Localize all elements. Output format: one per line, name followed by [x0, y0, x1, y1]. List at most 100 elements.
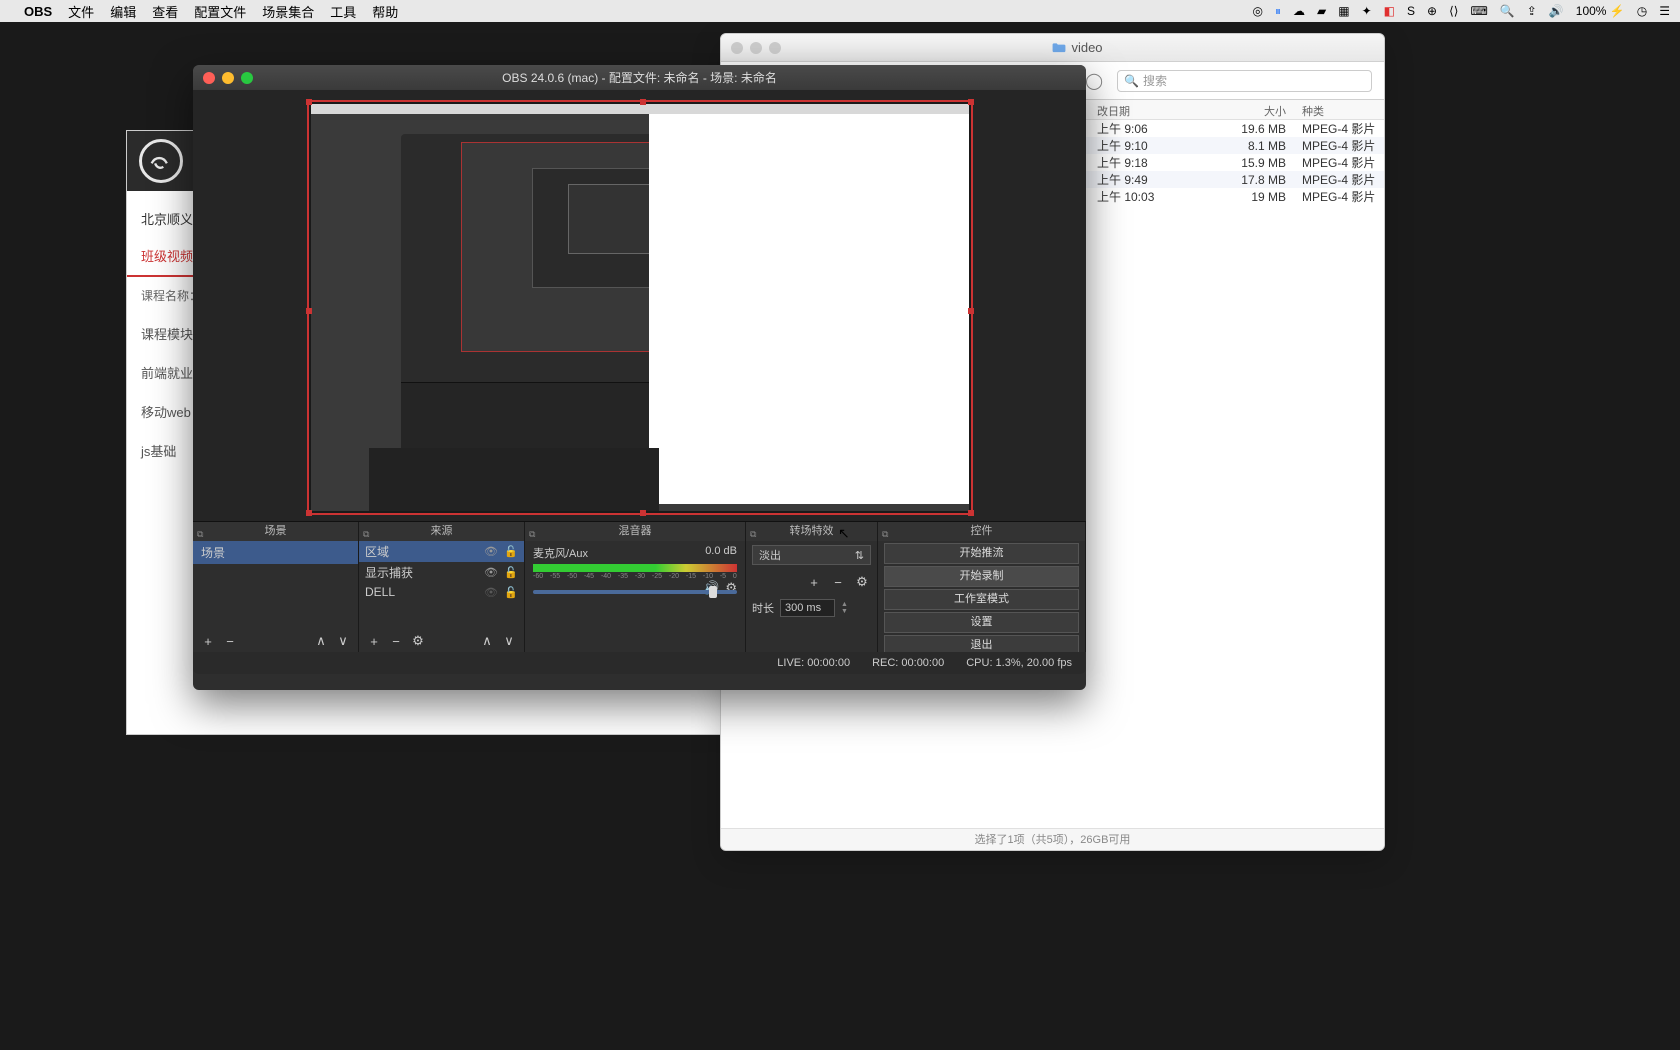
tags-icon[interactable]: ◯ [1085, 71, 1103, 91]
status-icon[interactable]: S [1407, 4, 1415, 18]
site-logo-icon [139, 139, 183, 183]
remove-transition-button[interactable]: − [829, 573, 847, 591]
meter-scale: -60-55-50-45-40-35-30-25-20-15-10-50 [533, 573, 737, 580]
lock-icon[interactable]: 🔓 [504, 586, 518, 599]
mixer-panel: ⧉混音器 麦克风/Aux 0.0 dB -60-55-50-45-40-35-3… [525, 522, 746, 652]
add-scene-button[interactable]: + [199, 632, 217, 650]
source-item[interactable]: 显示捕获👁🔓 [359, 562, 524, 583]
menu-help[interactable]: 帮助 [372, 2, 398, 21]
app-name[interactable]: OBS [24, 4, 52, 19]
audio-meter [533, 564, 737, 572]
source-item[interactable]: DELL👁🔓 [359, 583, 524, 601]
visibility-icon[interactable]: 👁 [484, 566, 498, 579]
chevron-updown-icon: ⇅ [855, 549, 864, 562]
source-settings-button[interactable]: ⚙ [409, 632, 427, 650]
status-icon[interactable]: ✦ [1362, 4, 1372, 18]
move-down-button[interactable]: ∨ [334, 632, 352, 650]
finder-titlebar[interactable]: video [721, 34, 1384, 62]
exit-button[interactable]: 退出 [884, 635, 1079, 652]
obs-window: OBS 24.0.6 (mac) - 配置文件: 未命名 - 场景: 未命名 [193, 65, 1086, 690]
visibility-icon[interactable]: 👁 [484, 545, 498, 558]
volume-icon[interactable]: 🔊 [1549, 4, 1564, 18]
keyboard-icon[interactable]: ⌨ [1470, 4, 1487, 18]
finder-title: video [1052, 40, 1102, 55]
transitions-panel: ⧉转场特效 淡出⇅ + − ⚙ 时长 ▲▼ [746, 522, 878, 652]
scene-item[interactable]: 场景 [193, 541, 358, 564]
status-icon[interactable]: ⏸ [1275, 4, 1281, 19]
obs-panels: ⧉场景 场景 + − ∧ ∨ ⧉来源 区域👁🔓 显示捕获👁🔓 [193, 522, 1086, 652]
status-icon[interactable]: ⊕ [1427, 4, 1437, 18]
cpu-status: CPU: 1.3%, 20.00 fps [966, 657, 1072, 669]
status-icon[interactable]: ◎ [1253, 4, 1263, 18]
controls-panel: ⧉控件 开始推流 开始录制 工作室模式 设置 退出 [878, 522, 1086, 652]
finder-search-input[interactable]: 🔍 搜索 [1117, 70, 1372, 92]
minimize-icon[interactable] [222, 72, 234, 84]
popout-icon: ⧉ [529, 525, 535, 544]
status-icon[interactable]: ◧ [1384, 4, 1395, 18]
menu-view[interactable]: 查看 [152, 2, 178, 21]
popout-icon: ⧉ [363, 525, 369, 544]
popout-icon: ⧉ [750, 525, 756, 544]
transition-select[interactable]: 淡出⇅ [752, 545, 871, 565]
menu-tools[interactable]: 工具 [330, 2, 356, 21]
obs-titlebar[interactable]: OBS 24.0.6 (mac) - 配置文件: 未命名 - 场景: 未命名 [193, 65, 1086, 90]
lock-icon[interactable]: 🔓 [504, 545, 518, 558]
clock-icon[interactable]: ◷ [1637, 4, 1647, 18]
menu-file[interactable]: 文件 [68, 2, 94, 21]
status-icon[interactable]: ⟨⟩ [1449, 4, 1458, 18]
duration-label: 时长 [752, 600, 774, 616]
finder-status-bar: 选择了1项（共5项），26GB可用 [721, 828, 1384, 850]
scenes-panel: ⧉场景 场景 + − ∧ ∨ [193, 522, 359, 652]
rec-status: REC: 00:00:00 [872, 657, 944, 669]
track-name: 麦克风/Aux [533, 545, 588, 561]
menu-scene-collection[interactable]: 场景集合 [262, 2, 314, 21]
add-source-button[interactable]: + [365, 632, 383, 650]
transitions-header[interactable]: ⧉转场特效 [746, 522, 877, 541]
zoom-icon[interactable] [769, 42, 781, 54]
preview-selection[interactable] [307, 100, 973, 515]
mixer-header[interactable]: ⧉混音器 [525, 522, 745, 541]
status-icon[interactable]: ▦ [1338, 4, 1349, 18]
status-icon[interactable]: ▰ [1317, 4, 1326, 18]
battery-status[interactable]: 100% ⚡ [1576, 4, 1625, 18]
source-item[interactable]: 区域👁🔓 [359, 541, 524, 562]
sources-header[interactable]: ⧉来源 [359, 522, 524, 541]
start-recording-button[interactable]: 开始录制 [884, 566, 1079, 587]
settings-button[interactable]: 设置 [884, 612, 1079, 633]
minimize-icon[interactable] [750, 42, 762, 54]
zoom-icon[interactable] [241, 72, 253, 84]
audio-track: 麦克风/Aux 0.0 dB -60-55-50-45-40-35-30-25-… [525, 541, 745, 600]
menu-edit[interactable]: 编辑 [110, 2, 136, 21]
visibility-off-icon[interactable]: 👁 [484, 586, 498, 599]
close-icon[interactable] [203, 72, 215, 84]
search-icon: 🔍 [1124, 74, 1139, 88]
duration-stepper[interactable]: ▲▼ [841, 601, 848, 615]
preview-content [311, 104, 969, 511]
track-level: 0.0 dB [705, 545, 737, 561]
wifi-icon[interactable]: ⇪ [1527, 4, 1537, 18]
move-up-button[interactable]: ∧ [312, 632, 330, 650]
macos-menubar: OBS 文件 编辑 查看 配置文件 场景集合 工具 帮助 ◎ ⏸ ☁ ▰ ▦ ✦… [0, 0, 1680, 22]
obs-status-bar: LIVE: 00:00:00 REC: 00:00:00 CPU: 1.3%, … [193, 652, 1086, 674]
move-down-button[interactable]: ∨ [500, 632, 518, 650]
start-streaming-button[interactable]: 开始推流 [884, 543, 1079, 564]
sources-panel: ⧉来源 区域👁🔓 显示捕获👁🔓 DELL👁🔓 + − ⚙ ∧ ∨ [359, 522, 525, 652]
popout-icon: ⧉ [882, 525, 888, 544]
lock-icon[interactable]: 🔓 [504, 566, 518, 579]
scenes-header[interactable]: ⧉场景 [193, 522, 358, 541]
close-icon[interactable] [731, 42, 743, 54]
menu-profile[interactable]: 配置文件 [194, 2, 246, 21]
status-icon[interactable]: ☁ [1293, 4, 1305, 18]
controls-header[interactable]: ⧉控件 [878, 522, 1085, 541]
move-up-button[interactable]: ∧ [478, 632, 496, 650]
transition-settings-button[interactable]: ⚙ [853, 573, 871, 591]
volume-slider[interactable] [533, 590, 737, 594]
obs-preview-area[interactable] [193, 90, 1086, 522]
spotlight-icon[interactable]: 🔍 [1500, 4, 1515, 18]
remove-scene-button[interactable]: − [221, 632, 239, 650]
studio-mode-button[interactable]: 工作室模式 [884, 589, 1079, 610]
menubar-extras-icon[interactable]: ☰ [1659, 4, 1670, 18]
duration-input[interactable] [780, 599, 835, 617]
add-transition-button[interactable]: + [805, 573, 823, 591]
remove-source-button[interactable]: − [387, 632, 405, 650]
